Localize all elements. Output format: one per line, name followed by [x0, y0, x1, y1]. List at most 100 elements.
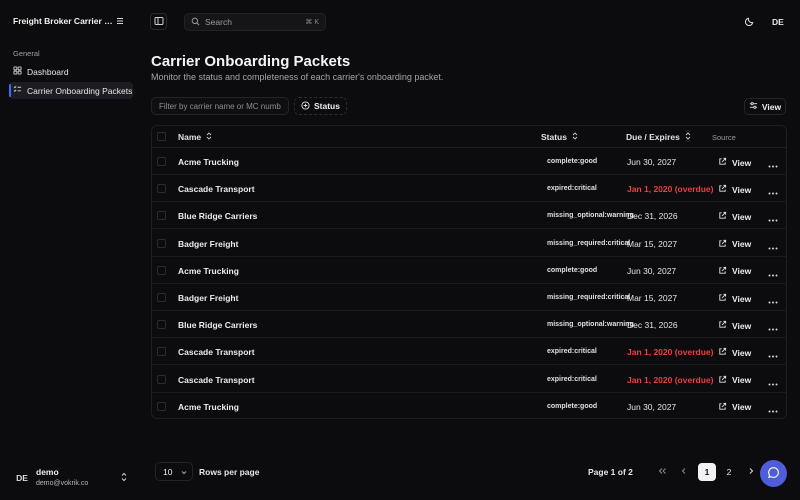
page-info: Page 1 of 2 — [588, 467, 633, 477]
view-options-label: View — [761, 101, 782, 112]
sort-icon — [680, 132, 691, 142]
row-checkbox[interactable] — [157, 320, 166, 330]
due-date: Mar 15, 2027 — [627, 293, 678, 303]
chat-button[interactable] — [760, 460, 787, 487]
previous-page-button[interactable] — [675, 463, 693, 481]
status-badge: complete:good — [547, 266, 598, 274]
sidebar-item-dashboard[interactable]: Dashboard — [9, 63, 133, 80]
filter-input[interactable] — [151, 97, 289, 115]
table-row: Acme Trucking complete:good Jun 30, 2027 Vi… — [152, 393, 786, 418]
search-shortcut: ⌘ K — [305, 19, 319, 26]
row-checkbox[interactable] — [157, 401, 166, 411]
due-date: Jan 1, 2020 (overdue) — [627, 184, 714, 195]
sliders-icon — [749, 101, 762, 112]
list-checks-icon — [13, 85, 27, 96]
rows-per-page-select[interactable]: 10 — [155, 462, 193, 481]
sidebar-item-label: Dashboard — [27, 66, 69, 77]
user-menu[interactable]: DE demo demo@vokrik.co — [12, 466, 132, 490]
avatar: DE — [16, 473, 28, 483]
rows-per-page-value: 10 — [163, 466, 173, 477]
user-email: demo@vokrik.co — [36, 480, 89, 487]
status-badge: complete:good — [547, 402, 598, 410]
more-actions-icon[interactable] — [768, 242, 778, 252]
view-link-label: View — [732, 375, 752, 386]
view-link[interactable]: View — [718, 157, 751, 168]
more-actions-icon[interactable] — [768, 350, 778, 360]
row-checkbox[interactable] — [157, 374, 166, 384]
view-link[interactable]: View — [718, 266, 751, 277]
carrier-name: Acme Trucking — [178, 157, 239, 167]
user-name: demo — [36, 467, 59, 477]
page-button-2[interactable]: 2 — [720, 463, 738, 481]
sidebar-item-carrier-onboarding-packets[interactable]: Carrier Onboarding Packets — [9, 82, 133, 99]
carrier-name: Cascade Transport — [178, 374, 255, 385]
row-checkbox[interactable] — [157, 265, 166, 275]
first-page-button[interactable] — [653, 463, 671, 481]
search-button[interactable]: Search ⌘ K — [184, 13, 326, 31]
page-subtitle: Monitor the status and completeness of e… — [151, 72, 444, 82]
view-link[interactable]: View — [718, 402, 751, 413]
menu-icon[interactable] — [114, 15, 126, 27]
status-filter-label: Status — [314, 101, 340, 111]
column-header-name[interactable]: Name — [178, 132, 212, 142]
row-checkbox[interactable] — [157, 211, 166, 221]
column-header-label: Due / Expires — [626, 132, 680, 142]
toggle-sidebar-button[interactable] — [150, 13, 167, 30]
sidebar: Freight Broker Carrier Onboarding Genera… — [0, 0, 140, 500]
external-link-icon — [718, 320, 732, 331]
carrier-name: Blue Ridge Carriers — [178, 211, 258, 222]
status-badge: expired:critical — [547, 375, 597, 383]
more-actions-icon[interactable] — [768, 323, 778, 333]
more-actions-icon[interactable] — [768, 378, 778, 388]
table-row: Acme Trucking complete:good Jun 30, 2027 Vi… — [152, 148, 786, 175]
more-actions-icon[interactable] — [768, 269, 778, 279]
column-header-due[interactable]: Due / Expires — [626, 132, 691, 142]
external-link-icon — [718, 402, 732, 413]
column-header-label: Name — [178, 132, 202, 142]
table-row: Acme Trucking complete:good Jun 30, 2027 Vi… — [152, 257, 786, 284]
row-checkbox[interactable] — [157, 157, 166, 166]
search-icon — [191, 17, 205, 28]
more-actions-icon[interactable] — [768, 405, 778, 415]
select-all-checkbox[interactable] — [157, 132, 166, 141]
table-row: Blue Ridge Carriers missing_optional:warn… — [152, 311, 786, 339]
panel-left-icon — [154, 16, 164, 28]
row-checkbox[interactable] — [157, 238, 166, 248]
row-checkbox[interactable] — [157, 347, 166, 357]
column-header-status[interactable]: Status — [541, 132, 578, 142]
view-link[interactable]: View — [718, 184, 751, 195]
due-date: Jan 1, 2020 (overdue) — [627, 347, 714, 358]
packets-table: Name Status Due / Expires Source Acme Tr… — [151, 125, 787, 419]
next-page-button[interactable] — [742, 463, 760, 481]
page-title: Carrier Onboarding Packets — [151, 53, 351, 70]
external-link-icon — [718, 211, 732, 222]
plus-circle-icon — [301, 100, 314, 112]
view-link[interactable]: View — [718, 347, 751, 358]
avatar[interactable]: DE — [772, 17, 784, 27]
theme-toggle-icon[interactable] — [744, 16, 755, 29]
view-link[interactable]: View — [718, 293, 751, 304]
view-link[interactable]: View — [718, 239, 751, 250]
more-actions-icon[interactable] — [768, 296, 778, 306]
view-options-button[interactable]: View — [744, 98, 786, 115]
row-checkbox[interactable] — [157, 293, 166, 302]
page-button-1[interactable]: 1 — [698, 463, 716, 481]
column-header-label: Status — [541, 132, 567, 142]
view-link[interactable]: View — [718, 211, 751, 222]
more-actions-icon[interactable] — [768, 160, 778, 170]
view-link-label: View — [732, 239, 752, 250]
more-actions-icon[interactable] — [768, 187, 778, 197]
table-header: Name Status Due / Expires Source — [152, 126, 786, 148]
view-link[interactable]: View — [718, 375, 751, 386]
view-link-label: View — [732, 293, 752, 304]
carrier-name: Badger Freight — [178, 293, 239, 303]
row-checkbox[interactable] — [157, 184, 166, 194]
due-date: Dec 31, 2026 — [627, 320, 678, 331]
status-filter-button[interactable]: Status — [294, 97, 347, 115]
status-badge: missing_required:critical — [547, 239, 631, 247]
chevron-left-icon — [681, 467, 687, 477]
chevrons-up-down-icon — [120, 472, 128, 484]
more-actions-icon[interactable] — [768, 214, 778, 224]
view-link[interactable]: View — [718, 320, 751, 331]
carrier-name: Badger Freight — [178, 238, 239, 249]
